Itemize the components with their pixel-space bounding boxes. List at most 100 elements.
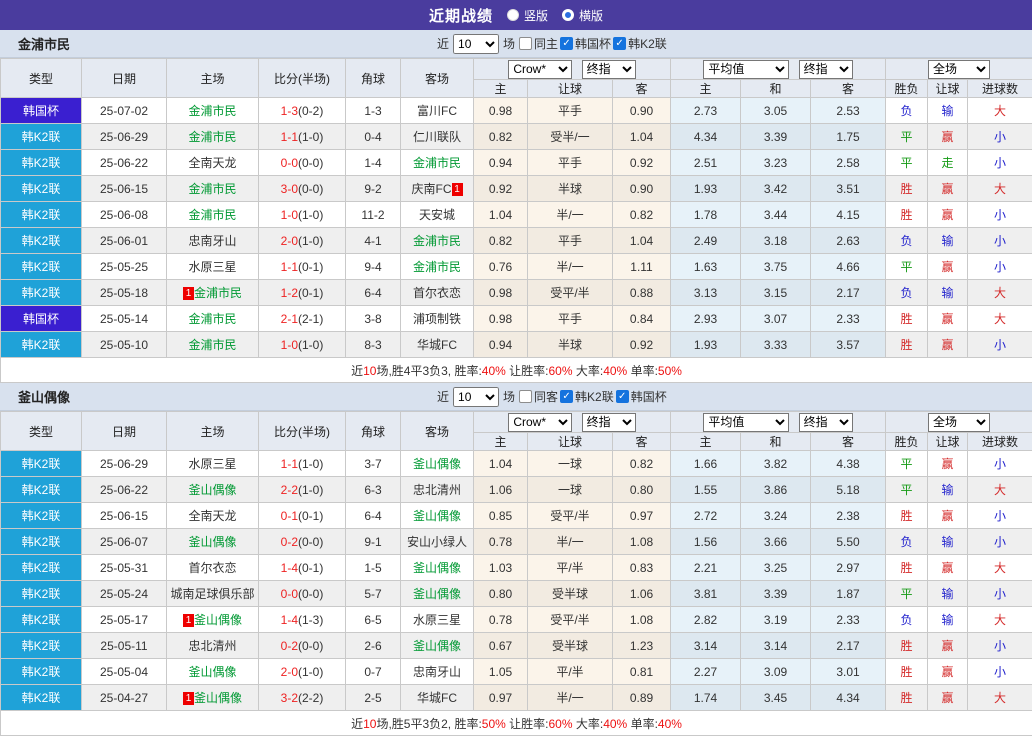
result-text: 小: [994, 234, 1006, 248]
corners-cell: 2-6: [346, 633, 401, 659]
fulltime-score: 0-0: [281, 156, 298, 170]
average-odds-select[interactable]: 平均值: [703, 60, 789, 79]
fulltime-score: 1-1: [281, 260, 298, 274]
filter-checkbox[interactable]: ✓韩K2联: [560, 388, 614, 405]
result-cell: 胜: [886, 306, 928, 332]
away-odds-cell: 0.97: [613, 503, 671, 529]
home-odds-cell: 0.98: [474, 306, 528, 332]
result-text: 赢: [942, 260, 954, 274]
result-text: 平: [901, 457, 913, 471]
avg-draw-cell: 3.39: [741, 124, 811, 150]
matches-table: 类型 日期 主场 比分(半场) 角球 客场 Crow* 终指 平均值 终指 全场: [0, 58, 1032, 383]
halftime-score: (0-0): [298, 535, 323, 549]
handicap-result-cell: 赢: [928, 332, 968, 358]
team-name: 釜山偶像: [413, 509, 461, 523]
checkbox-icon[interactable]: [519, 37, 532, 50]
handicap-cell: 半球: [528, 176, 613, 202]
final-odds-select[interactable]: 终指: [582, 413, 636, 432]
goals-result-cell: 小: [968, 332, 1032, 358]
radio-icon[interactable]: [507, 9, 519, 21]
avg-home-cell: 2.73: [671, 98, 741, 124]
average-odds-select[interactable]: 平均值: [703, 413, 789, 432]
match-row: 韩国杯25-07-02金浦市民1-3(0-2)1-3富川FC0.98平手0.90…: [1, 98, 1032, 124]
avg-home-cell: 2.21: [671, 555, 741, 581]
avg-draw-cell: 3.75: [741, 254, 811, 280]
filter-checkbox[interactable]: ✓韩国杯: [560, 35, 611, 52]
goals-result-cell: 小: [968, 451, 1032, 477]
team-name: 釜山偶像: [188, 483, 236, 497]
league-cell: 韩K2联: [1, 176, 82, 202]
avg-away-cell: 5.18: [811, 477, 886, 503]
date-cell: 25-06-29: [82, 124, 167, 150]
filter-checkbox[interactable]: 同客: [519, 388, 558, 405]
final-odds-select-2[interactable]: 终指: [799, 60, 853, 79]
goals-result-cell: 大: [968, 477, 1032, 503]
result-text: 小: [994, 665, 1006, 679]
home-odds-cell: 0.82: [474, 228, 528, 254]
date-cell: 25-06-15: [82, 503, 167, 529]
result-cell: 胜: [886, 202, 928, 228]
league-cell: 韩K2联: [1, 477, 82, 503]
home-odds-cell: 0.76: [474, 254, 528, 280]
match-count-select[interactable]: 10: [453, 34, 499, 54]
home-odds-cell: 0.82: [474, 124, 528, 150]
red-card-badge: 1: [183, 692, 194, 705]
col-corners: 角球: [346, 412, 401, 451]
result-text: 胜: [901, 509, 913, 523]
filter-checkbox[interactable]: ✓韩国杯: [616, 388, 667, 405]
league-cell: 韩K2联: [1, 633, 82, 659]
avg-away-cell: 2.17: [811, 633, 886, 659]
date-cell: 25-05-18: [82, 280, 167, 306]
handicap-result-cell: 走: [928, 150, 968, 176]
layout-radio-option[interactable]: 竖版: [507, 7, 548, 24]
summary-segment: 场,胜5平3负2, 胜率:: [376, 717, 481, 731]
summary-segment: 10: [363, 717, 376, 731]
home-team-cell: 忠北清州: [167, 633, 259, 659]
final-odds-select[interactable]: 终指: [582, 60, 636, 79]
checkbox-icon[interactable]: ✓: [560, 37, 573, 50]
filter-checkbox[interactable]: 同主: [519, 35, 558, 52]
odds-company-select[interactable]: Crow*: [508, 60, 572, 79]
score-cell: 0-2(0-0): [259, 633, 346, 659]
full-match-select[interactable]: 全场: [928, 60, 990, 79]
away-team-cell: 水原三星: [401, 607, 474, 633]
result-text: 输: [942, 104, 954, 118]
odds-company-select[interactable]: Crow*: [508, 413, 572, 432]
full-match-select[interactable]: 全场: [928, 413, 990, 432]
handicap-cell: 一球: [528, 477, 613, 503]
fulltime-score: 1-1: [281, 457, 298, 471]
handicap-result-cell: 赢: [928, 555, 968, 581]
team-name: 忠北清州: [188, 639, 236, 653]
checkbox-icon[interactable]: ✓: [613, 37, 626, 50]
match-row: 韩K2联25-06-07釜山偶像0-2(0-0)9-1安山小绿人0.78半/一1…: [1, 529, 1032, 555]
radio-label: 竖版: [524, 7, 548, 24]
match-row: 韩K2联25-04-271釜山偶像3-2(2-2)2-5华城FC0.97半/一0…: [1, 685, 1032, 711]
checkbox-icon[interactable]: ✓: [616, 390, 629, 403]
checkbox-icon[interactable]: ✓: [560, 390, 573, 403]
checkbox-label: 韩国杯: [631, 388, 667, 405]
team-name: 金浦市民: [188, 208, 236, 222]
avg-draw-cell: 3.07: [741, 306, 811, 332]
checkbox-label: 同客: [534, 388, 558, 405]
radio-icon[interactable]: [562, 9, 574, 21]
score-cell: 2-1(2-1): [259, 306, 346, 332]
date-cell: 25-06-15: [82, 176, 167, 202]
team-name: 釜山偶像: [413, 587, 461, 601]
filter-checkbox[interactable]: ✓韩K2联: [613, 35, 667, 52]
score-cell: 3-0(0-0): [259, 176, 346, 202]
match-count-select[interactable]: 10: [453, 387, 499, 407]
result-text: 胜: [901, 561, 913, 575]
filter-games-label: 场: [503, 35, 515, 52]
match-row: 韩K2联25-06-29水原三星1-1(1-0)3-7釜山偶像1.04一球0.8…: [1, 451, 1032, 477]
corners-cell: 6-4: [346, 503, 401, 529]
final-odds-select-2[interactable]: 终指: [799, 413, 853, 432]
away-team-cell: 浦项制铁: [401, 306, 474, 332]
col-odds-home: 主: [474, 433, 528, 451]
result-text: 平: [901, 587, 913, 601]
halftime-score: (1-0): [298, 457, 323, 471]
col-handicap: 让球: [528, 80, 613, 98]
layout-radio-selected[interactable]: 横版: [562, 7, 603, 24]
checkbox-icon[interactable]: [519, 390, 532, 403]
home-team-cell: 1金浦市民: [167, 280, 259, 306]
col-score: 比分(半场): [259, 412, 346, 451]
